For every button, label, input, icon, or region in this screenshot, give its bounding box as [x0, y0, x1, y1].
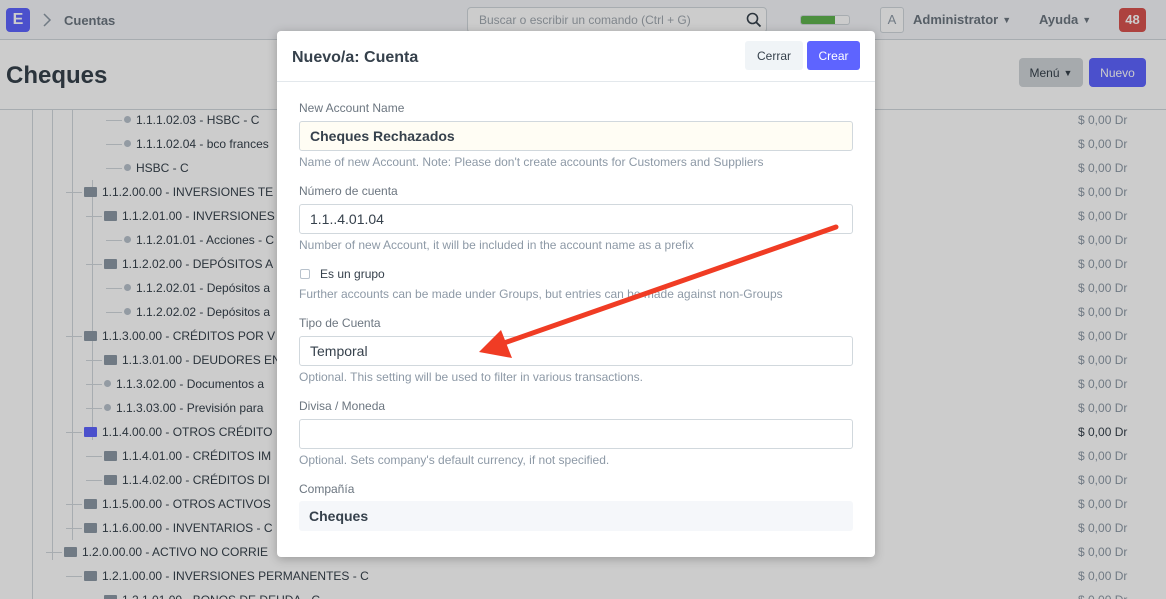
is-group-help: Further accounts can be made under Group… [299, 287, 783, 301]
new-account-dialog: Nuevo/a: Cuenta Cerrar Crear New Account… [277, 31, 875, 557]
currency-label: Divisa / Moneda [299, 399, 386, 413]
account-name-help: Name of new Account. Note: Please don't … [299, 155, 764, 169]
currency-help: Optional. Sets company's default currenc… [299, 453, 610, 467]
account-type-label: Tipo de Cuenta [299, 316, 381, 330]
create-button[interactable]: Crear [807, 41, 860, 70]
account-number-input[interactable] [299, 204, 853, 234]
account-number-label: Número de cuenta [299, 184, 398, 198]
company-value: Cheques [299, 501, 853, 531]
currency-input[interactable] [299, 419, 853, 449]
is-group-label[interactable]: Es un grupo [320, 267, 385, 281]
account-type-help: Optional. This setting will be used to f… [299, 370, 643, 384]
close-button[interactable]: Cerrar [745, 41, 803, 70]
account-type-input[interactable] [299, 336, 853, 366]
is-group-checkbox[interactable] [300, 269, 310, 279]
dialog-title: Nuevo/a: Cuenta [292, 49, 419, 66]
account-name-label: New Account Name [299, 101, 405, 115]
divider [277, 81, 875, 82]
company-label: Compañía [299, 482, 355, 496]
account-number-help: Number of new Account, it will be includ… [299, 238, 694, 252]
account-name-input[interactable] [299, 121, 853, 151]
